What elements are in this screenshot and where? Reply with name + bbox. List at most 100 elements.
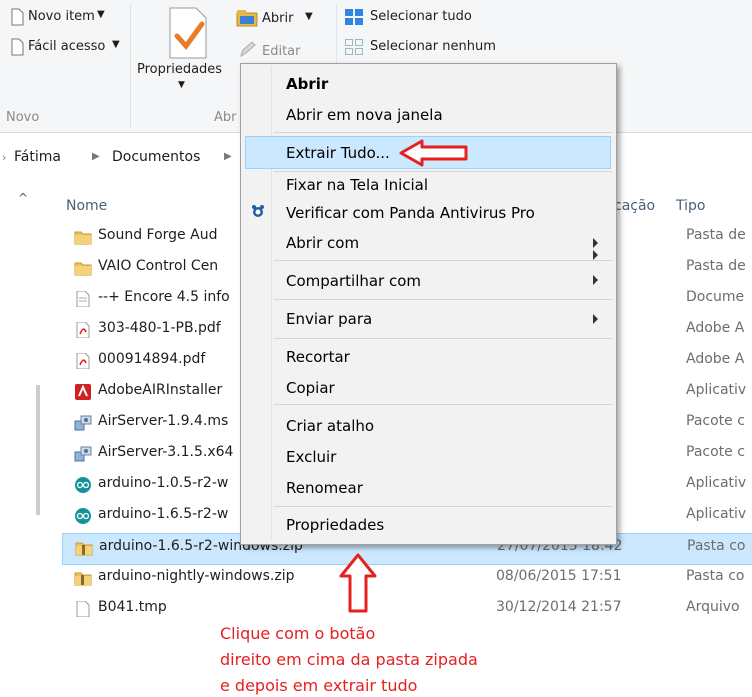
arduino-icon <box>74 477 92 493</box>
submenu-arrow-icon <box>593 250 598 260</box>
select-all-icon <box>345 9 363 25</box>
menu-item-criar-atalho[interactable]: Criar atalho <box>286 417 374 435</box>
menu-item-recortar[interactable]: Recortar <box>286 348 350 366</box>
menu-item-renomear[interactable]: Renomear <box>286 479 363 497</box>
annotation-line-2: direito em cima da pasta zipada <box>220 650 478 669</box>
menu-separator <box>274 299 612 300</box>
new-item-icon <box>11 8 24 26</box>
file-name: AirServer-1.9.4.ms <box>98 413 229 429</box>
file-type: Aplicativ <box>686 382 747 398</box>
file-type: Aplicativ <box>686 506 747 522</box>
submenu-arrow-icon <box>593 275 598 285</box>
breadcrumb-item-documentos[interactable]: Documentos <box>112 149 200 165</box>
chevron-down-icon: ▼ <box>178 80 185 90</box>
zip-folder-icon <box>74 570 92 586</box>
chevron-down-icon: ▼ <box>112 39 120 50</box>
file-row[interactable]: B041.tmp 30/12/2014 21:57 Arquivo <box>62 595 752 625</box>
folder-icon <box>74 260 92 276</box>
easy-access-icon <box>11 38 24 56</box>
select-all-button[interactable]: Selecionar tudo <box>370 9 472 24</box>
select-none-button[interactable]: Selecionar nenhum <box>370 39 496 54</box>
edit-icon <box>240 41 256 58</box>
file-name: 000914894.pdf <box>98 351 206 367</box>
chevron-down-icon: ▼ <box>305 11 313 22</box>
column-header-name[interactable]: Nome <box>66 198 107 214</box>
breadcrumb-item-fatima[interactable]: Fátima <box>14 149 61 165</box>
edit-button[interactable]: Editar <box>262 44 301 59</box>
file-type: Pacote c <box>686 413 745 429</box>
properties-icon <box>169 7 207 59</box>
open-icon <box>236 10 258 27</box>
submenu-arrow-icon <box>593 314 598 324</box>
breadcrumb-separator-icon: › <box>2 151 7 164</box>
file-name: AirServer-3.1.5.x64 <box>98 444 234 460</box>
navigation-pane: ^ <box>0 185 40 605</box>
annotation-arrow-left-icon <box>399 139 468 167</box>
scrollbar-thumb[interactable] <box>36 385 40 515</box>
menu-separator <box>274 506 612 507</box>
arduino-icon <box>74 508 92 524</box>
breadcrumb-arrow-icon: ▶ <box>224 151 232 162</box>
pdf-icon <box>74 321 92 339</box>
properties-button[interactable]: Propriedades <box>137 62 222 77</box>
chevron-down-icon: ▼ <box>97 9 105 20</box>
menu-separator <box>274 338 612 339</box>
file-type: Pacote c <box>686 444 745 460</box>
menu-item-extrair-tudo[interactable]: Extrair Tudo... <box>286 144 390 162</box>
menu-item-abrir-com[interactable]: Abrir com <box>286 234 359 252</box>
file-name: B041.tmp <box>98 599 167 615</box>
submenu-arrow-icon <box>593 238 598 248</box>
adobe-air-icon <box>74 384 92 400</box>
file-name: VAIO Control Cen <box>98 258 219 274</box>
annotation-line-3: e depois em extrair tudo <box>220 676 418 695</box>
menu-item-propriedades[interactable]: Propriedades <box>286 516 384 534</box>
file-date: 30/12/2014 21:57 <box>496 599 622 615</box>
menu-item-compartilhar-com[interactable]: Compartilhar com <box>286 272 421 290</box>
menu-item-abrir-nova-janela[interactable]: Abrir em nova janela <box>286 106 443 124</box>
file-type: Adobe A <box>686 320 745 336</box>
file-type: Adobe A <box>686 351 745 367</box>
group-label-novo: Novo <box>6 110 40 125</box>
pdf-icon <box>74 352 92 370</box>
ribbon-divider <box>130 4 131 128</box>
annotation-line-1: Clique com o botão <box>220 624 376 643</box>
zip-folder-icon <box>75 540 93 556</box>
file-name: AdobeAIRInstaller <box>98 382 223 398</box>
menu-item-copiar[interactable]: Copiar <box>286 379 335 397</box>
file-name: --+ Encore 4.5 info <box>98 289 230 305</box>
menu-item-excluir[interactable]: Excluir <box>286 448 336 466</box>
file-name: 303-480-1-PB.pdf <box>98 320 221 336</box>
file-type: Arquivo <box>686 599 740 615</box>
menu-item-abrir[interactable]: Abrir <box>286 75 328 93</box>
annotation-arrow-up-icon <box>339 553 377 613</box>
file-name: Sound Forge Aud <box>98 227 218 243</box>
menu-separator <box>274 404 612 405</box>
context-menu: Abrir Abrir em nova janela Extrair Tudo.… <box>240 63 617 545</box>
file-name: arduino-1.6.5-r2-w <box>98 506 229 522</box>
group-label-abrir: Abr <box>214 110 237 125</box>
panda-antivirus-icon <box>252 205 264 217</box>
file-icon <box>74 600 92 618</box>
menu-item-verificar-panda[interactable]: Verificar com Panda Antivirus Pro <box>286 204 535 222</box>
column-header-type[interactable]: Tipo <box>676 198 705 214</box>
menu-item-fixar[interactable]: Fixar na Tela Inicial <box>286 176 428 194</box>
breadcrumb-arrow-icon: ▶ <box>92 151 100 162</box>
file-type: Pasta co <box>687 538 746 554</box>
menu-item-enviar-para[interactable]: Enviar para <box>286 310 372 328</box>
file-row[interactable]: arduino-nightly-windows.zip 08/06/2015 17… <box>62 564 752 594</box>
file-type: Aplicativ <box>686 475 747 491</box>
easy-access-button[interactable]: Fácil acesso <box>28 39 105 54</box>
menu-separator <box>274 260 612 261</box>
file-date: 08/06/2015 17:51 <box>496 568 622 584</box>
file-type: Pasta de <box>686 258 746 274</box>
file-name: arduino-nightly-windows.zip <box>98 568 295 584</box>
new-item-button[interactable]: Novo item <box>28 9 95 24</box>
file-type: Pasta co <box>686 568 745 584</box>
installer-icon <box>74 446 92 462</box>
file-name: arduino-1.0.5-r2-w <box>98 475 229 491</box>
file-type: Docume <box>686 289 745 305</box>
column-header-date[interactable]: cação <box>614 198 655 214</box>
open-button[interactable]: Abrir <box>262 11 293 26</box>
collapse-up-icon[interactable]: ^ <box>18 191 28 205</box>
installer-icon <box>74 415 92 431</box>
